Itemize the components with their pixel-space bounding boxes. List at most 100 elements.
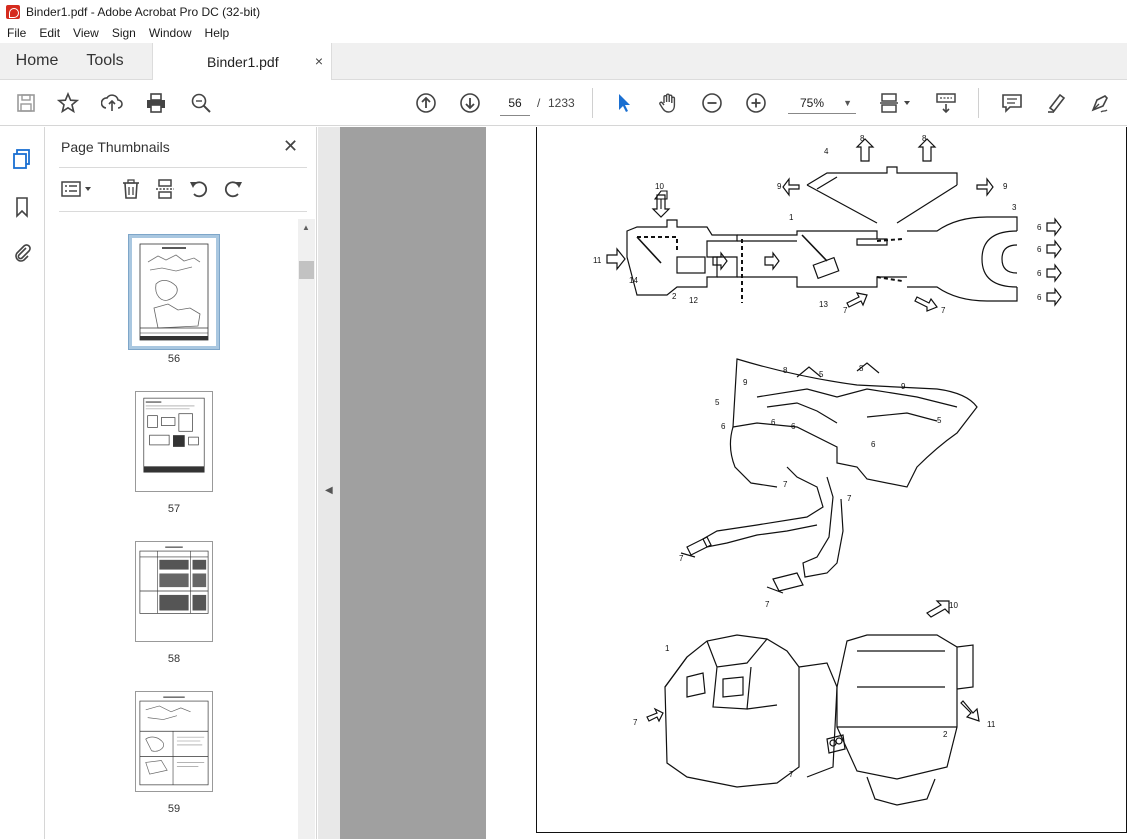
highlight-icon[interactable] xyxy=(1044,91,1068,115)
svg-text:11: 11 xyxy=(593,256,602,265)
panel-divider xyxy=(59,167,307,168)
thumbnail-label: 59 xyxy=(167,803,181,815)
scrollbar-thumb[interactable] xyxy=(299,261,314,279)
svg-text:5: 5 xyxy=(819,370,824,379)
menu-edit[interactable]: Edit xyxy=(32,26,66,40)
page-separator: / xyxy=(537,96,541,110)
hvac-airflow-diagram: 123 466 667 78 8 9 910 1112 13 14 8 89 955 5… xyxy=(593,134,1062,806)
svg-text:6: 6 xyxy=(1037,293,1042,302)
svg-text:6: 6 xyxy=(1037,245,1042,254)
acrobat-app-icon xyxy=(6,4,20,19)
insert-page-icon[interactable] xyxy=(153,177,177,201)
title-bar: Binder1.pdf - Adobe Acrobat Pro DC (32-b… xyxy=(0,0,1127,23)
svg-text:9: 9 xyxy=(1003,182,1008,191)
svg-text:6: 6 xyxy=(1037,223,1042,232)
svg-text:9: 9 xyxy=(901,382,906,391)
document-tab-label: Binder1.pdf xyxy=(207,53,279,70)
scroll-mode-icon[interactable] xyxy=(934,91,958,115)
page-down-icon[interactable] xyxy=(458,91,482,115)
svg-text:10: 10 xyxy=(655,182,664,191)
upload-icon[interactable] xyxy=(100,91,124,115)
current-page-input[interactable]: 56 xyxy=(500,90,530,116)
hand-icon[interactable] xyxy=(656,91,680,115)
comment-icon[interactable] xyxy=(1000,91,1024,115)
tab-home[interactable]: Home xyxy=(0,43,74,79)
close-icon[interactable]: ✕ xyxy=(283,136,298,157)
thumbnail-page-57[interactable] xyxy=(135,391,213,492)
thumbnail-preview xyxy=(139,696,209,786)
panel-title: Page Thumbnails xyxy=(61,139,170,155)
svg-text:6: 6 xyxy=(1037,269,1042,278)
bookmark-icon[interactable] xyxy=(10,195,34,219)
svg-text:2: 2 xyxy=(943,730,948,739)
zoom-in-icon[interactable] xyxy=(744,91,768,115)
svg-text:6: 6 xyxy=(791,422,796,431)
menu-bar: File Edit View Sign Window Help xyxy=(0,23,1127,43)
thumbnail-label: 56 xyxy=(167,353,181,365)
close-tab-icon[interactable]: × xyxy=(315,53,323,69)
thumbnail-label: 57 xyxy=(167,503,181,515)
window-title: Binder1.pdf - Adobe Acrobat Pro DC (32-b… xyxy=(26,4,261,19)
attachment-icon[interactable] xyxy=(10,241,34,265)
left-rail xyxy=(0,127,45,839)
thumbnail-preview xyxy=(132,238,216,346)
svg-text:5: 5 xyxy=(937,416,942,425)
menu-help[interactable]: Help xyxy=(198,26,236,40)
svg-text:14: 14 xyxy=(629,276,638,285)
tab-document[interactable]: Binder1.pdf × xyxy=(152,43,332,80)
star-icon[interactable] xyxy=(56,91,80,115)
svg-text:8: 8 xyxy=(860,134,865,143)
menu-sign[interactable]: Sign xyxy=(105,26,142,40)
page-up-icon[interactable] xyxy=(414,91,438,115)
options-menu-icon[interactable] xyxy=(59,177,97,201)
zoom-search-icon[interactable] xyxy=(189,91,213,115)
sign-icon[interactable] xyxy=(1088,91,1112,115)
print-icon[interactable] xyxy=(144,91,168,115)
svg-text:12: 12 xyxy=(689,296,698,305)
menu-view[interactable]: View xyxy=(66,26,105,40)
svg-text:7: 7 xyxy=(941,306,946,315)
panel-collapse-handle[interactable]: ◀ xyxy=(318,127,340,839)
page-display-icon[interactable] xyxy=(878,91,914,115)
svg-text:6: 6 xyxy=(721,422,726,431)
thumbnail-page-56[interactable] xyxy=(128,234,220,350)
page-thumbnails-icon[interactable] xyxy=(10,147,34,171)
select-cursor-icon[interactable] xyxy=(612,91,636,115)
thumbnail-page-58[interactable] xyxy=(135,541,213,642)
thumbnail-list: 56 57 58 59 xyxy=(45,219,299,839)
toolbar: 56 / 1233 75% ▼ xyxy=(0,80,1127,126)
svg-text:3: 3 xyxy=(1012,203,1017,212)
svg-text:8: 8 xyxy=(783,366,788,375)
svg-text:6: 6 xyxy=(771,418,776,427)
menu-file[interactable]: File xyxy=(0,26,32,40)
chevron-left-icon: ◀ xyxy=(325,485,333,496)
page-thumbnails-panel: Page Thumbnails ✕ 56 57 58 59 ▲ xyxy=(45,127,317,839)
svg-text:7: 7 xyxy=(765,600,770,609)
toolbar-divider xyxy=(978,88,979,118)
tab-tools[interactable]: Tools xyxy=(74,43,136,79)
svg-text:13: 13 xyxy=(819,300,828,309)
thumbnail-label: 58 xyxy=(167,653,181,665)
svg-text:10: 10 xyxy=(949,601,958,610)
save-icon[interactable] xyxy=(14,91,38,115)
svg-text:1: 1 xyxy=(789,213,794,222)
scroll-up-icon[interactable]: ▲ xyxy=(302,223,310,232)
thumbnail-preview xyxy=(139,546,209,614)
zoom-out-icon[interactable] xyxy=(700,91,724,115)
rotate-right-icon[interactable] xyxy=(221,177,245,201)
menu-window[interactable]: Window xyxy=(142,26,198,40)
trash-icon[interactable] xyxy=(119,177,143,201)
total-pages: 1233 xyxy=(548,96,575,110)
rotate-left-icon[interactable] xyxy=(187,177,211,201)
svg-text:7: 7 xyxy=(789,770,794,779)
svg-text:9: 9 xyxy=(743,378,748,387)
svg-text:7: 7 xyxy=(633,718,638,727)
svg-text:8: 8 xyxy=(859,364,864,373)
svg-text:4: 4 xyxy=(824,147,829,156)
svg-text:7: 7 xyxy=(847,494,852,503)
thumbnail-scrollbar[interactable]: ▲ xyxy=(298,219,315,839)
chevron-down-icon: ▼ xyxy=(843,98,852,108)
thumbnail-page-59[interactable] xyxy=(135,691,213,792)
zoom-level-select[interactable]: 75% ▼ xyxy=(788,92,856,114)
svg-text:11: 11 xyxy=(987,720,996,729)
